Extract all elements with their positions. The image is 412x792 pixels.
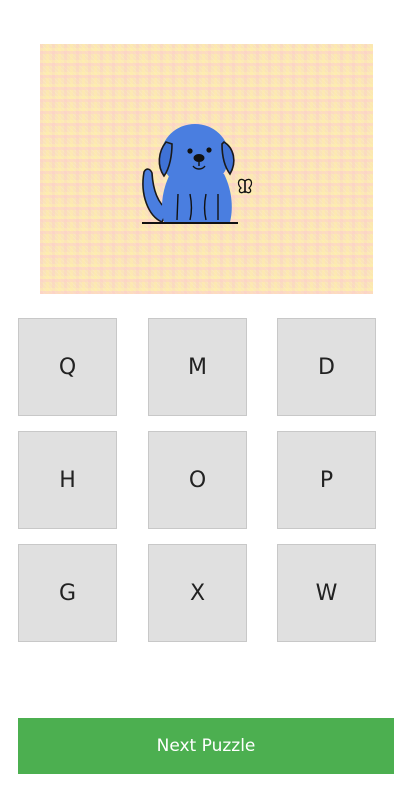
tile-letter: G [58,580,77,606]
butterfly-icon [237,178,253,194]
tile-letter: W [315,580,338,606]
letter-tile-h[interactable]: H [18,431,117,529]
tile-letter: Q [58,354,77,380]
tile-letter: M [188,354,207,380]
tile-letter: P [319,467,334,493]
letter-tile-d[interactable]: D [277,318,376,416]
dog-illustration [142,124,253,224]
letter-grid: Q M D H O P G X W [18,318,378,644]
puzzle-image [40,44,373,294]
letter-tile-x[interactable]: X [148,544,247,642]
tile-letter: X [189,580,206,606]
letter-tile-w[interactable]: W [277,544,376,642]
letter-tile-p[interactable]: P [277,431,376,529]
next-puzzle-button[interactable]: Next Puzzle [18,718,394,774]
tile-letter: O [188,467,207,493]
tile-letter: D [318,354,335,380]
letter-tile-q[interactable]: Q [18,318,117,416]
letter-tile-g[interactable]: G [18,544,117,642]
tile-letter: H [59,467,76,493]
letter-tile-m[interactable]: M [148,318,247,416]
next-puzzle-label: Next Puzzle [156,736,256,756]
letter-tile-o[interactable]: O [148,431,247,529]
